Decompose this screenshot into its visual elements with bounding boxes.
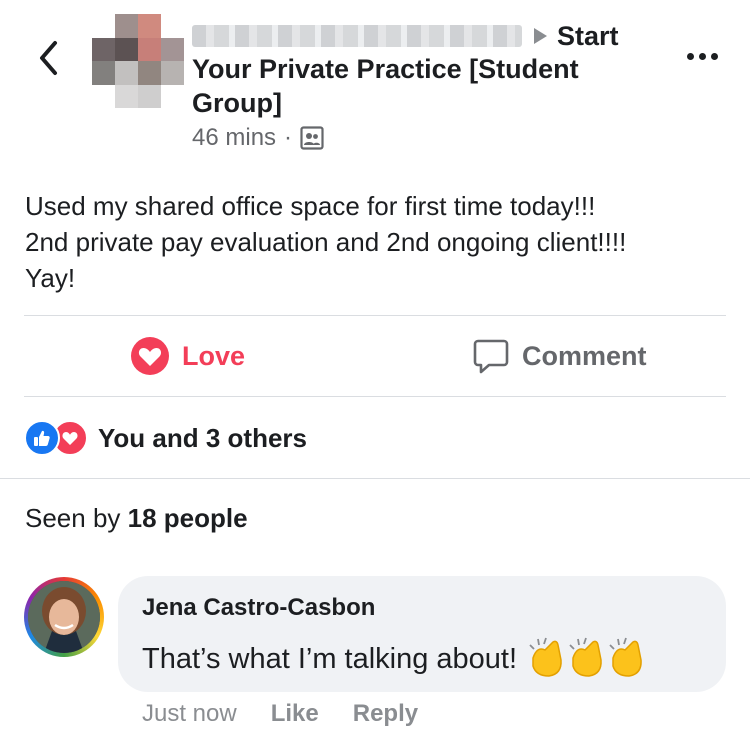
comment-text: That’s what I’m talking about! [142, 642, 518, 675]
poster-avatar[interactable] [92, 14, 184, 108]
chevron-left-icon [40, 41, 57, 75]
post-timestamp[interactable]: 46 mins [192, 124, 276, 152]
comment-button[interactable]: Comment [472, 330, 647, 382]
love-label: Love [182, 340, 246, 371]
comment-text-row: That’s what I’m talking about! [142, 636, 647, 682]
commenter-photo [28, 581, 100, 653]
poster-action: Start [557, 20, 619, 51]
comment-author[interactable]: Jena Castro-Casbon [142, 594, 375, 622]
divider [24, 396, 726, 397]
comment-icon [473, 339, 509, 374]
reactions-summary[interactable]: You and 3 others [24, 418, 307, 458]
divider [0, 478, 750, 479]
comment-timestamp: Just now [142, 700, 237, 727]
poster-name-redacted[interactable] [192, 25, 522, 47]
meta-separator: · [284, 124, 293, 151]
clapping-hands-icon [527, 636, 647, 682]
seen-prefix: Seen by [25, 503, 121, 533]
comment-reply-button[interactable]: Reply [353, 700, 418, 728]
post-text: Used my shared office space for first ti… [25, 191, 627, 293]
back-button[interactable] [30, 38, 66, 78]
members-group-icon [300, 126, 324, 150]
reactions-text: You and 3 others [98, 422, 307, 453]
love-button[interactable]: Love [130, 330, 245, 382]
comment-like-button[interactable]: Like [271, 700, 319, 728]
more-dots-icon [686, 52, 694, 60]
comment-label: Comment [522, 340, 647, 371]
comment-actions: Just now Like Reply [142, 698, 452, 730]
poster-line: Start [192, 16, 619, 56]
seen-by[interactable]: Seen by 18 people [25, 503, 248, 534]
commenter-avatar[interactable] [24, 577, 104, 657]
arrow-right-icon [534, 28, 547, 44]
like-icon [24, 420, 60, 456]
seen-count: 18 people [127, 503, 248, 533]
love-icon [131, 337, 169, 375]
more-options-button[interactable] [680, 36, 724, 76]
group-name-link[interactable]: Your Private Practice [Student Group] [192, 52, 632, 120]
post-meta: 46 mins · [192, 122, 324, 154]
divider [24, 315, 726, 316]
